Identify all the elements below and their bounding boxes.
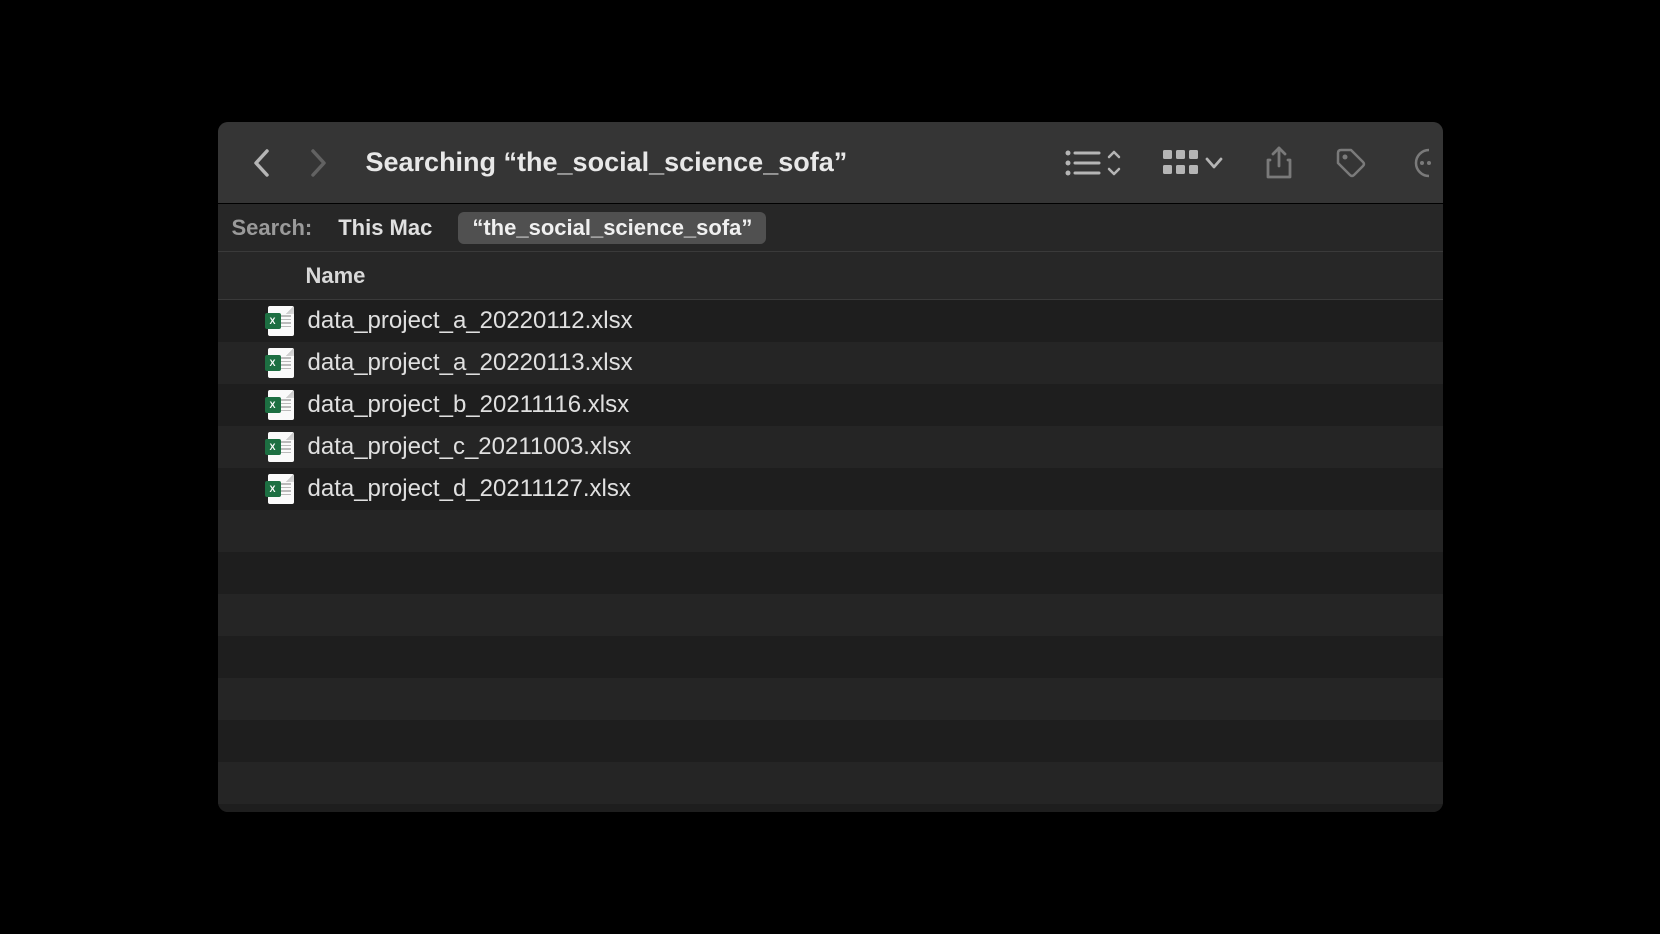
list-view-icon [1065,148,1121,178]
finder-window: Searching “the_social_science_sofa” [218,122,1443,812]
file-list: X data_project_a_20220112.xlsx X data_pr… [218,300,1443,812]
group-icon [1163,150,1223,176]
share-icon [1265,146,1293,180]
view-list-button[interactable] [1065,148,1121,178]
scope-this-mac[interactable]: This Mac [330,212,440,244]
empty-row [218,594,1443,636]
file-row[interactable]: X data_project_d_20211127.xlsx [218,468,1443,510]
search-scope-bar: Search: This Mac “the_social_science_sof… [218,204,1443,252]
chevron-left-icon [253,148,271,178]
chevron-right-icon [309,148,327,178]
nav-buttons [248,149,332,177]
file-name: data_project_b_20211116.xlsx [308,391,630,419]
file-row[interactable]: X data_project_b_20211116.xlsx [218,384,1443,426]
file-name: data_project_d_20211127.xlsx [308,475,631,503]
group-button[interactable] [1163,150,1223,176]
file-name: data_project_a_20220112.xlsx [308,307,633,335]
file-name: data_project_a_20220113.xlsx [308,349,633,377]
file-row[interactable]: X data_project_c_20211003.xlsx [218,426,1443,468]
empty-row [218,510,1443,552]
toolbar-right [1065,146,1413,180]
share-button[interactable] [1265,146,1293,180]
file-row[interactable]: X data_project_a_20220112.xlsx [218,300,1443,342]
empty-row [218,552,1443,594]
more-icon [1409,147,1431,179]
excel-file-icon: X [268,348,294,378]
back-button[interactable] [248,149,276,177]
window-title: Searching “the_social_science_sofa” [366,147,1049,178]
empty-row [218,762,1443,804]
more-button[interactable] [1409,147,1431,179]
tag-icon [1335,147,1367,179]
excel-file-icon: X [268,474,294,504]
empty-row [218,678,1443,720]
excel-file-icon: X [268,390,294,420]
empty-row [218,636,1443,678]
column-name-header[interactable]: Name [306,263,366,289]
scope-label: Search: [232,215,313,241]
excel-file-icon: X [268,306,294,336]
forward-button[interactable] [304,149,332,177]
scope-current-folder[interactable]: “the_social_science_sofa” [458,212,766,244]
column-header: Name [218,252,1443,300]
tags-button[interactable] [1335,147,1367,179]
file-row[interactable]: X data_project_a_20220113.xlsx [218,342,1443,384]
excel-file-icon: X [268,432,294,462]
file-name: data_project_c_20211003.xlsx [308,433,632,461]
empty-row [218,804,1443,812]
empty-row [218,720,1443,762]
toolbar: Searching “the_social_science_sofa” [218,122,1443,204]
